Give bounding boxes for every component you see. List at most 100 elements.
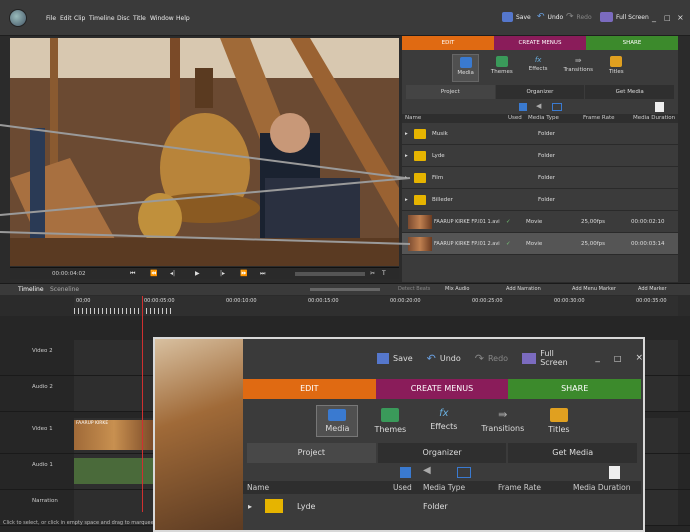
col-used[interactable]: Used	[393, 481, 423, 494]
save-button[interactable]: Save	[502, 12, 531, 22]
new-item-icon[interactable]	[609, 466, 620, 479]
list-item[interactable]: FAARUP KIRKE FP.I01 2.avi ✓ Movie 25,00fps 0…	[402, 233, 678, 255]
step-forward-icon[interactable]: |▸	[220, 270, 225, 277]
col-frame-rate[interactable]: Frame Rate	[583, 114, 633, 123]
preview-monitor[interactable]	[10, 38, 399, 266]
rewind-icon[interactable]: ⏪	[150, 270, 157, 277]
play-icon[interactable]: ▶	[195, 270, 200, 277]
fast-forward-icon[interactable]: ⏩	[240, 270, 247, 277]
zoom-themes-button[interactable]: Themes	[366, 405, 414, 437]
new-item-icon[interactable]	[655, 102, 664, 112]
work-area-bar[interactable]	[74, 308, 174, 314]
col-name[interactable]: Name	[402, 114, 508, 123]
titles-button[interactable]: Titles	[605, 54, 628, 82]
expand-arrow-icon[interactable]: ▸	[243, 502, 257, 511]
zoom-tab-edit[interactable]: EDIT	[243, 379, 376, 399]
zoom-fullscreen-button[interactable]: Full Screen	[522, 349, 581, 367]
list-item[interactable]: ▸ Lyde Folder	[402, 145, 678, 167]
detect-beats-button[interactable]: Detect Beats	[398, 286, 430, 292]
zoom-effects-button[interactable]: fx Effects	[422, 405, 465, 437]
zoom-media-button[interactable]: Media	[316, 405, 359, 437]
col-media-duration[interactable]: Media Duration	[633, 114, 678, 123]
zoom-undo-button[interactable]: ↶ Undo	[427, 352, 461, 365]
zoom-list-item[interactable]: ▸ Lyde Folder	[243, 494, 641, 518]
zoom-transitions-button[interactable]: ⇛ Transitions	[473, 405, 532, 437]
media-button[interactable]: Media	[452, 54, 479, 82]
transitions-button[interactable]: ⇛ Transitions	[559, 54, 596, 82]
zoom-redo-button[interactable]: ↷ Redo	[475, 352, 508, 365]
add-menu-marker-button[interactable]: Add Menu Marker	[572, 286, 616, 292]
menu-window[interactable]: Window	[150, 15, 174, 22]
add-text-icon[interactable]: T	[382, 270, 386, 277]
timeline-ruler[interactable]: 00;00 00:00:05:00 00:00:10:00 00:00:15:0…	[74, 296, 678, 316]
subtab-organizer[interactable]: Organizer	[495, 85, 585, 99]
zoom-subtab-get-media[interactable]: Get Media	[508, 443, 638, 463]
zoom-close-icon[interactable]: ×	[635, 353, 643, 363]
step-back-icon[interactable]: ◂|	[170, 270, 175, 277]
shuttle-slider[interactable]	[295, 272, 365, 276]
expand-arrow-icon[interactable]: ▸	[402, 175, 408, 181]
item-type: Folder	[538, 196, 555, 203]
view-list-icon[interactable]	[519, 103, 527, 111]
menu-disc[interactable]: Disc	[117, 15, 130, 22]
subtab-get-media[interactable]: Get Media	[585, 85, 675, 99]
menu-edit[interactable]: Edit	[60, 15, 72, 22]
view-thumb-icon[interactable]	[457, 467, 471, 478]
maximize-icon[interactable]: □	[664, 14, 671, 22]
zoom-slider[interactable]	[310, 288, 380, 291]
redo-button[interactable]: ↷ Redo	[566, 12, 592, 22]
go-to-end-icon[interactable]: ⏭	[260, 270, 265, 278]
col-name[interactable]: Name	[243, 481, 393, 494]
split-clip-icon[interactable]: ✂	[370, 270, 375, 277]
tab-sceneline[interactable]: Sceneline	[50, 286, 79, 293]
menu-timeline[interactable]: Timeline	[89, 15, 115, 22]
zoom-subtab-organizer[interactable]: Organizer	[377, 443, 507, 463]
tab-share[interactable]: SHARE	[586, 36, 678, 50]
list-item[interactable]: FAARUP KIRKE FP.I01 1.avi ✓ Movie 25,00fps 0…	[402, 211, 678, 233]
zoom-minimize-icon[interactable]: _	[595, 353, 600, 363]
list-item[interactable]: ▸ Billeder Folder	[402, 189, 678, 211]
add-marker-button[interactable]: Add Marker	[638, 286, 667, 292]
playhead-line[interactable]	[142, 296, 143, 512]
tab-edit[interactable]: EDIT	[402, 36, 494, 50]
expand-arrow-icon[interactable]: ▸	[402, 131, 408, 137]
close-icon[interactable]: ×	[677, 13, 684, 22]
menu-file[interactable]: File	[46, 15, 56, 22]
audio-filter-icon[interactable]: ◀	[423, 465, 431, 476]
col-frame-rate[interactable]: Frame Rate	[498, 481, 573, 494]
zoom-save-button[interactable]: Save	[377, 352, 413, 364]
tab-create-menus[interactable]: CREATE MENUS	[494, 36, 586, 50]
zoom-tab-create-menus[interactable]: CREATE MENUS	[375, 379, 509, 399]
view-thumb-icon[interactable]	[552, 103, 562, 111]
list-item[interactable]: ▸ Musik Folder	[402, 123, 678, 145]
effects-button[interactable]: fx Effects	[525, 54, 552, 82]
expand-arrow-icon[interactable]: ▸	[402, 153, 408, 159]
menu-title[interactable]: Title	[133, 15, 146, 22]
zoom-titles-button[interactable]: Titles	[540, 405, 577, 437]
tab-timeline[interactable]: Timeline	[18, 286, 44, 293]
undo-button[interactable]: ↶ Undo	[537, 12, 563, 22]
col-media-type[interactable]: Media Type	[423, 481, 498, 494]
list-item[interactable]: ▸ Film Folder	[402, 167, 678, 189]
zoom-maximize-icon[interactable]: □	[614, 354, 622, 363]
col-used[interactable]: Used	[508, 114, 528, 123]
app-logo-icon[interactable]	[9, 9, 27, 27]
add-narration-button[interactable]: Add Narration	[506, 286, 541, 292]
fullscreen-button[interactable]: Full Screen	[600, 12, 649, 22]
titles-label: Titles	[548, 425, 570, 434]
folder-icon	[414, 150, 426, 161]
mix-audio-button[interactable]: Mix Audio	[445, 286, 469, 292]
zoom-tab-share[interactable]: SHARE	[508, 379, 642, 399]
menu-clip[interactable]: Clip	[74, 15, 85, 22]
zoom-subtab-project[interactable]: Project	[247, 443, 376, 463]
view-list-icon[interactable]	[400, 467, 411, 478]
minimize-icon[interactable]: _	[652, 13, 656, 22]
col-media-duration[interactable]: Media Duration	[573, 481, 633, 494]
go-to-start-icon[interactable]: ⏮	[130, 270, 135, 278]
audio-filter-icon[interactable]: ◀	[536, 102, 541, 110]
expand-arrow-icon[interactable]: ▸	[402, 197, 408, 203]
col-media-type[interactable]: Media Type	[528, 114, 583, 123]
menu-help[interactable]: Help	[176, 15, 190, 22]
themes-button[interactable]: Themes	[487, 54, 517, 82]
subtab-project[interactable]: Project	[406, 85, 495, 99]
